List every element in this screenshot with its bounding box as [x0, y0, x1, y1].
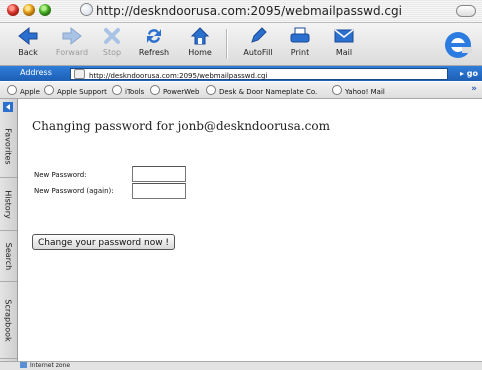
favorite-globe-icon — [150, 85, 160, 95]
printer-icon — [290, 27, 310, 43]
favorite-globe-icon — [206, 85, 216, 95]
back-arrow-icon — [18, 26, 38, 46]
back-button[interactable]: Back — [4, 25, 52, 63]
new-password-field[interactable] — [132, 166, 186, 182]
mail-envelope-icon — [334, 29, 354, 43]
go-button[interactable]: ▸ go — [460, 68, 478, 79]
tab-history[interactable]: History — [0, 178, 17, 231]
tab-scrapbook[interactable]: Scrapbook — [0, 282, 17, 359]
globe-icon — [80, 3, 94, 16]
favorite-link[interactable]: Apple — [7, 85, 40, 96]
new-password-label: New Password: — [34, 171, 87, 179]
favorites-overflow-icon[interactable]: » — [471, 84, 477, 94]
favorite-link[interactable]: Apple Support — [44, 85, 107, 96]
internet-explorer-logo-icon — [445, 32, 472, 58]
page-content: Changing password for jonb@deskndoorusa.… — [18, 99, 482, 361]
toolbar-separator — [226, 29, 228, 59]
back-label: Back — [18, 48, 38, 57]
toolbar-toggle-button[interactable] — [456, 5, 476, 17]
address-label: Address — [20, 68, 52, 77]
page-icon — [74, 69, 85, 79]
refresh-icon — [147, 29, 161, 43]
change-password-button[interactable]: Change your password now ! — [32, 234, 176, 250]
favorite-label: Apple Support — [57, 88, 107, 96]
home-label: Home — [188, 48, 212, 57]
favorite-label: Desk & Door Nameplate Co. — [219, 88, 318, 96]
new-password-again-field[interactable] — [132, 183, 186, 199]
address-bar: Address http://deskndoorusa.com:2095/web… — [0, 66, 482, 81]
browser-window: http://deskndoorusa.com:2095/webmailpass… — [0, 0, 482, 370]
stop-x-icon — [104, 28, 120, 44]
sidebar-toggle-icon[interactable] — [3, 102, 13, 112]
new-password-again-label: New Password (again): — [34, 187, 114, 195]
favorite-globe-icon — [332, 85, 342, 95]
address-url: http://deskndoorusa.com:2095/webmailpass… — [89, 72, 268, 80]
window-title: http://deskndoorusa.com:2095/webmailpass… — [0, 3, 482, 18]
print-button[interactable]: Print — [276, 25, 324, 63]
favorite-globe-icon — [44, 85, 54, 95]
address-input[interactable]: http://deskndoorusa.com:2095/webmailpass… — [70, 68, 448, 80]
internet-zone-icon — [20, 362, 27, 368]
mail-button[interactable]: Mail — [320, 25, 368, 63]
favorite-label: PowerWeb — [163, 88, 200, 96]
tab-favorites[interactable]: Favorites — [0, 115, 17, 178]
tab-search-label: Search — [4, 242, 14, 270]
tab-scrapbook-label: Scrapbook — [4, 298, 13, 342]
autofill-pen-icon — [251, 27, 267, 43]
mail-label: Mail — [335, 48, 353, 57]
favorite-link[interactable]: Yahoo! Mail — [332, 85, 385, 96]
title-bar: http://deskndoorusa.com:2095/webmailpass… — [0, 0, 482, 23]
stop-label: Stop — [102, 48, 122, 57]
toolbar: Back Forward Stop Refresh Home AutoFill … — [0, 23, 482, 66]
autofill-button[interactable]: AutoFill — [234, 25, 282, 63]
favorite-label: iTools — [125, 88, 145, 96]
forward-arrow-icon — [62, 26, 82, 46]
explorer-sidebar: Favorites History Search Scrapbook — [0, 99, 18, 361]
refresh-label: Refresh — [138, 48, 170, 57]
favorite-globe-icon — [112, 85, 122, 95]
window-title-text: http://deskndoorusa.com:2095/webmailpass… — [96, 4, 402, 18]
refresh-button[interactable]: Refresh — [130, 25, 178, 63]
stop-button[interactable]: Stop — [88, 25, 136, 63]
home-icon — [190, 27, 210, 45]
autofill-label: AutoFill — [243, 48, 273, 57]
go-label: go — [466, 69, 478, 78]
status-zone-text: Internet zone — [30, 362, 71, 369]
print-label: Print — [290, 48, 310, 57]
tab-search[interactable]: Search — [0, 231, 17, 282]
favorite-label: Apple — [20, 88, 40, 96]
favorite-link[interactable]: PowerWeb — [150, 85, 199, 96]
favorite-link[interactable]: Desk & Door Nameplate Co. — [206, 85, 317, 96]
tab-favorites-label: Favorites — [4, 127, 14, 165]
favorites-bar: Apple Apple Support iTools PowerWeb Desk… — [0, 82, 482, 99]
favorite-label: Yahoo! Mail — [345, 88, 385, 96]
page-title: Changing password for jonb@deskndoorusa.… — [32, 119, 330, 133]
favorite-globe-icon — [7, 85, 17, 95]
tab-history-label: History — [4, 189, 13, 219]
home-button[interactable]: Home — [176, 25, 224, 63]
favorite-link[interactable]: iTools — [112, 85, 144, 96]
